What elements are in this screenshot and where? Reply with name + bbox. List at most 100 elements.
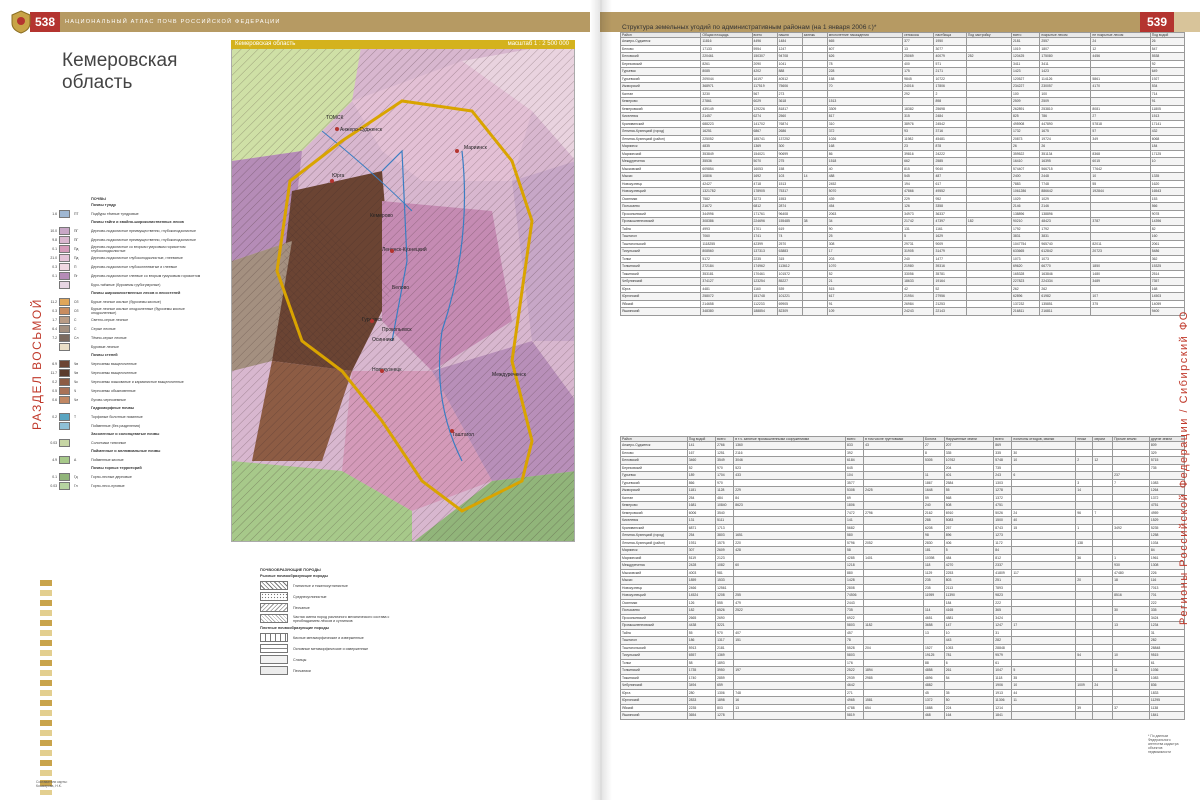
decorative-bar bbox=[40, 710, 52, 716]
table-cell: 43 bbox=[863, 441, 924, 450]
table-cell: 3358 bbox=[933, 202, 967, 211]
decorative-bars bbox=[40, 580, 52, 795]
table-cell: 447890 bbox=[1039, 119, 1092, 129]
legend-swatch bbox=[59, 315, 70, 324]
table-cell: 2090 bbox=[751, 59, 778, 69]
district-name: Чебулинский bbox=[619, 277, 702, 286]
table-cell: 9040 bbox=[933, 164, 967, 174]
table-cell: 137252 bbox=[776, 134, 803, 144]
table-cell: 2171 bbox=[933, 67, 967, 76]
legend-section-heading: Гидроморфные почвы bbox=[91, 406, 135, 410]
map-place-label: Юрга bbox=[332, 173, 345, 179]
table-cell bbox=[1112, 658, 1150, 668]
table-cell: 54 bbox=[1075, 651, 1094, 660]
table-cell bbox=[1092, 531, 1114, 540]
table-cell bbox=[801, 142, 828, 151]
table-cell bbox=[1092, 486, 1114, 495]
table-cell: 35781 bbox=[933, 269, 967, 279]
legend-code: 0.03 bbox=[50, 483, 57, 488]
legend-label: Дерново-подзолистые глеевые со вторым гу… bbox=[91, 273, 201, 278]
legend-code: 0.3 bbox=[52, 264, 57, 269]
table-cell: 659 bbox=[715, 681, 735, 690]
district-name: Яйский bbox=[619, 299, 702, 309]
table-cell: 574407 bbox=[1010, 164, 1041, 174]
table-cell bbox=[965, 97, 1012, 106]
table-cell bbox=[965, 74, 1012, 84]
table-cell bbox=[863, 568, 924, 578]
table-cell: 38976 bbox=[902, 119, 935, 129]
legend-section-heading: Почвы степей bbox=[91, 353, 118, 357]
district-name: Новокузнецк bbox=[619, 179, 702, 189]
table-cell bbox=[1075, 516, 1094, 525]
table-cell bbox=[1075, 493, 1094, 503]
table-cell: 11 bbox=[922, 471, 945, 480]
table-cell bbox=[1011, 501, 1077, 510]
table-cell: 308386 bbox=[700, 217, 753, 226]
table-cell: 1251 bbox=[715, 448, 735, 458]
table-cell bbox=[965, 149, 1012, 159]
table-cell: 508 bbox=[943, 501, 995, 510]
table-cell: 335 bbox=[943, 448, 995, 458]
table-cell: 52 bbox=[933, 284, 967, 294]
table-cell: 10 bbox=[1011, 456, 1077, 465]
table-cell bbox=[1092, 621, 1114, 630]
land-structure-table-2: Район Под водой всего в т.ч. занятые промыш… bbox=[620, 435, 1186, 720]
soil-map[interactable]: ТОМСК Анжеро-Судженск Мариинск Юрга Кемерово… bbox=[231, 40, 575, 542]
table-cell: 484 bbox=[943, 553, 995, 563]
legend-label: Солончаки типичные bbox=[91, 440, 127, 445]
table-cell: 36 bbox=[1075, 553, 1094, 563]
table-row: Тяжинский 353181 170461 101572 52 33056 35781 1… bbox=[619, 269, 1186, 279]
table-cell: 58 bbox=[686, 658, 717, 668]
table-cell: 60 bbox=[733, 561, 847, 570]
table-cell: 22143 bbox=[933, 307, 967, 316]
table-cell: 120425 bbox=[1010, 52, 1041, 61]
district-name: Мариинский bbox=[619, 149, 702, 159]
table-cell: 1082 bbox=[715, 561, 735, 570]
table-cell: 406 bbox=[943, 538, 995, 548]
legend-label: Светло-серые лесные bbox=[91, 317, 129, 322]
table-cell: 1041 bbox=[776, 59, 803, 69]
table-cell: 1369 bbox=[715, 651, 735, 660]
table-cell: 6029 bbox=[751, 97, 778, 106]
table-cell bbox=[922, 636, 945, 645]
region-title: Кемеровская область bbox=[62, 50, 178, 93]
table-cell: 21253 bbox=[933, 299, 967, 309]
table-cell: 11959 bbox=[922, 591, 945, 600]
table-cell: 817 bbox=[826, 112, 904, 121]
table-cell: 2874 bbox=[776, 202, 803, 211]
table-cell: 580 bbox=[845, 531, 865, 540]
table-cell bbox=[1090, 307, 1151, 316]
table-cell: 84 bbox=[993, 546, 1013, 555]
pattern-swatch bbox=[260, 581, 288, 590]
table-row: Яйский 214658 112233 69905 91 26984 21253 13723… bbox=[619, 299, 1186, 309]
table-cell: 40512 bbox=[776, 74, 803, 84]
table-cell: 365 bbox=[993, 606, 1013, 615]
table-cell: 155485 bbox=[776, 217, 803, 226]
table-cell: 164 bbox=[943, 711, 995, 720]
legend-symbol: Сл bbox=[74, 335, 79, 340]
legend-title: ПОЧВЫ bbox=[91, 197, 106, 201]
table-cell: 1247 bbox=[776, 44, 803, 54]
table-cell: 2570 bbox=[776, 239, 803, 249]
table-cell: 20873 bbox=[1010, 134, 1041, 144]
table-row: Прокопьевский 2665 2690 6922 4651 4881 3424 342… bbox=[620, 613, 1186, 623]
table-cell: 35536 bbox=[700, 157, 753, 166]
legend-code: 0.2 bbox=[52, 379, 57, 384]
table-cell: 457 bbox=[845, 628, 865, 638]
table-cell: 14396 bbox=[1149, 217, 1186, 226]
table-cell: 3230 bbox=[700, 89, 753, 99]
table-cell bbox=[1112, 546, 1150, 555]
parent-legend-item: Песчаные bbox=[260, 602, 410, 613]
legend-symbol: Пг bbox=[74, 273, 78, 278]
table-cell: 3494 bbox=[686, 681, 717, 690]
table-cell bbox=[1075, 441, 1094, 450]
legend-code: 0.5 bbox=[52, 388, 57, 393]
table-cell bbox=[733, 568, 847, 578]
district-name: Тисульский bbox=[620, 651, 688, 660]
table-cell bbox=[965, 82, 1012, 91]
table-cell bbox=[965, 292, 1012, 301]
table-cell: 20723 bbox=[1090, 247, 1151, 256]
table-cell: 1118 bbox=[993, 673, 1013, 683]
district-name: Таштагол bbox=[620, 636, 688, 645]
table-cell: 5819 bbox=[845, 711, 865, 720]
